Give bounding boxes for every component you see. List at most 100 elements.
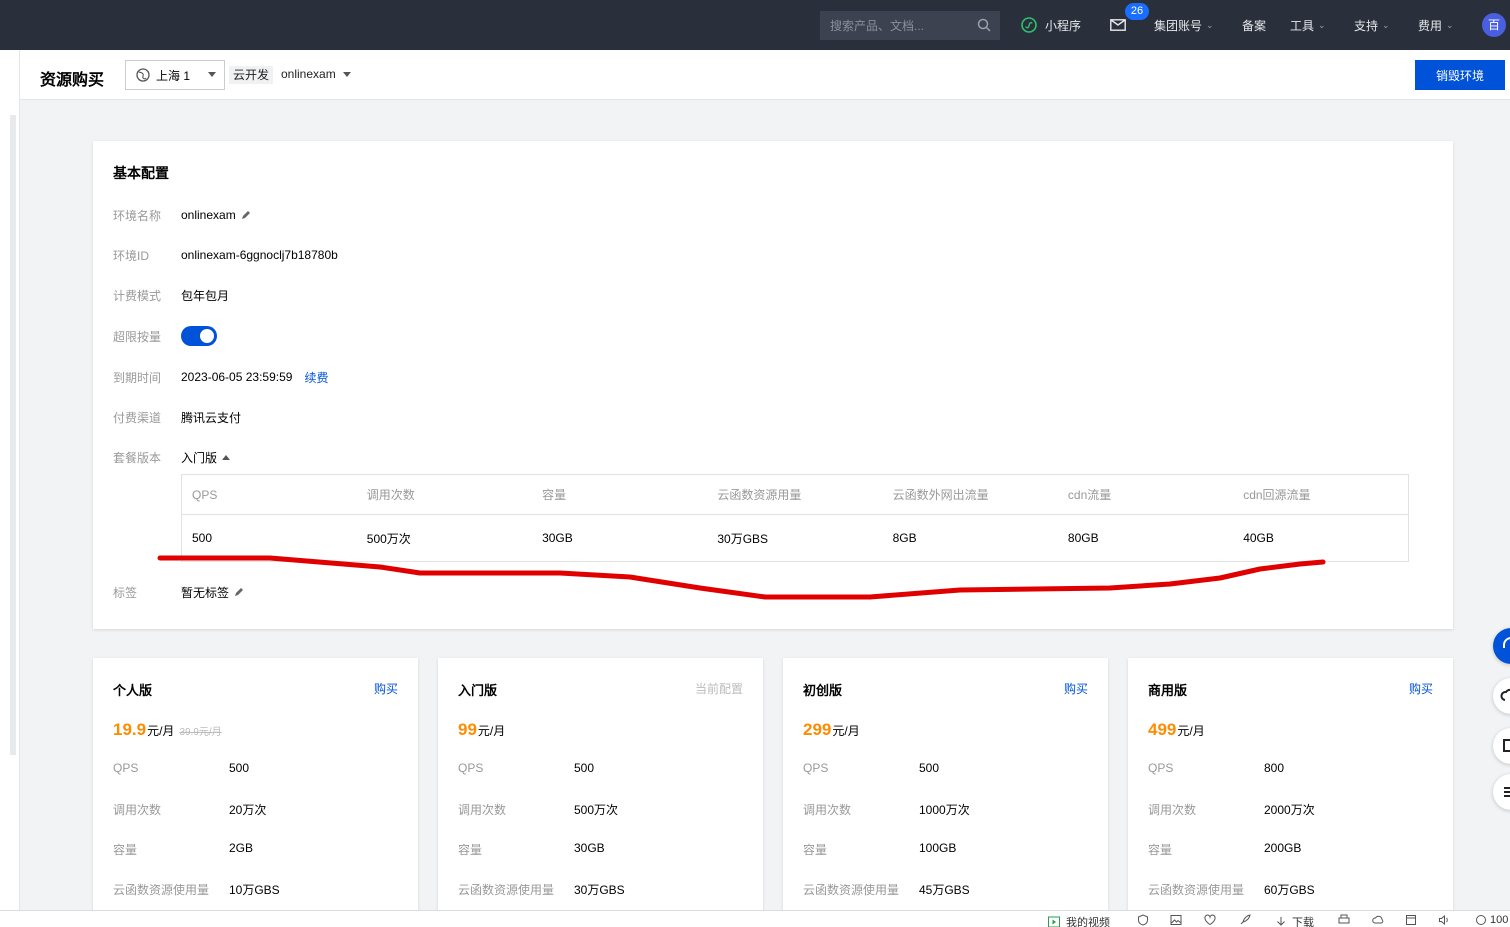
spec-value: 10万GBS: [229, 883, 280, 897]
page-title: 资源购买: [40, 72, 105, 89]
buy-button[interactable]: 购买: [374, 680, 398, 697]
search-icon[interactable]: [977, 18, 991, 32]
table-cell: 500万次: [366, 531, 411, 546]
caret-up-icon: [222, 454, 231, 460]
field-label: 环境ID: [113, 248, 150, 263]
plan-name: 个人版: [113, 683, 153, 698]
menu-icon: [1504, 787, 1510, 797]
download-button[interactable]: 下载: [1275, 914, 1314, 927]
spec-label: 调用次数: [113, 803, 162, 817]
buy-button[interactable]: 购买: [1064, 680, 1088, 697]
search-input[interactable]: [830, 18, 970, 33]
env-name-value: onlinexam: [181, 208, 236, 222]
spec-row: 容量 30GB: [458, 841, 605, 858]
plan-name: 商用版: [1148, 683, 1188, 698]
buy-button[interactable]: 购买: [1409, 680, 1433, 697]
feedback-button[interactable]: [1493, 678, 1510, 714]
spec-label: 调用次数: [458, 803, 507, 817]
field-label: 付费渠道: [113, 410, 162, 425]
price-unit: 元/月: [477, 724, 506, 738]
nav-group-account[interactable]: 集团账号 ⌄: [1154, 0, 1214, 50]
spec-value: 30万GBS: [574, 883, 625, 897]
table-cell: 30万GBS: [717, 531, 769, 546]
image-icon[interactable]: [1170, 914, 1182, 926]
row-tags: 标签 暂无标签: [113, 582, 245, 602]
spec-row: QPS 500: [458, 761, 594, 775]
overage-toggle[interactable]: [181, 326, 217, 346]
nav-mini-program[interactable]: 小程序: [1021, 0, 1081, 50]
billing-mode-value: 包年包月: [181, 288, 230, 303]
search-box[interactable]: [820, 11, 1000, 40]
mini-program-label: 小程序: [1045, 18, 1082, 33]
mail-icon: [1110, 19, 1126, 31]
table-cell: 8GB: [892, 531, 917, 545]
nav-billing[interactable]: 费用 ⌄: [1418, 0, 1454, 50]
row-env-id: 环境ID onlinexam-6ggnoclj7b18780b: [113, 245, 338, 265]
cloud-icon: [1500, 688, 1510, 701]
plan-name: 入门版: [458, 683, 498, 698]
edit-icon[interactable]: [233, 586, 245, 598]
rocket-icon[interactable]: [1239, 914, 1251, 926]
section-title: 基本配置: [113, 165, 169, 181]
avatar[interactable]: 百: [1482, 13, 1506, 37]
nav-support[interactable]: 支持 ⌄: [1354, 0, 1390, 50]
destroy-env-button[interactable]: 销毁环境: [1415, 60, 1505, 90]
original-price: 39.9元/月: [179, 727, 222, 738]
record-label: 备案: [1242, 18, 1267, 33]
price-unit: 元/月: [147, 724, 175, 738]
spec-value: 500万次: [574, 803, 619, 817]
heart-icon[interactable]: [1204, 914, 1216, 926]
package-toggle[interactable]: 入门版: [181, 449, 231, 466]
spec-value: 500: [919, 761, 940, 775]
more-button[interactable]: [1493, 774, 1510, 810]
cloud-sync-icon[interactable]: [1372, 914, 1384, 926]
mail-count-badge: 26: [1125, 3, 1149, 20]
env-select[interactable]: onlinexam: [281, 67, 351, 81]
plan-card-personal: 个人版 购买 19.9 元/月 39.9元/月 QPS 500 调用次数 20万次 …: [93, 658, 418, 918]
zoom-control[interactable]: 100: [1475, 914, 1508, 926]
price-value: 99: [458, 720, 477, 739]
basic-config-card: 基本配置 环境名称 onlinexam 环境ID onlinexam-6ggno…: [93, 141, 1453, 629]
row-package: 套餐版本 入门版: [113, 447, 231, 467]
volume-icon[interactable]: [1438, 914, 1450, 926]
field-label: 标签: [113, 585, 138, 600]
group-account-label: 集团账号: [1154, 18, 1203, 33]
zoom-level: 100: [1490, 914, 1509, 926]
renew-link[interactable]: 续费: [304, 369, 328, 386]
sidebar-scrollbar[interactable]: [10, 115, 16, 755]
download-icon: [1277, 917, 1285, 926]
region-value: 上海 1: [156, 68, 191, 83]
row-billing-mode: 计费模式 包年包月: [113, 285, 229, 305]
column-header: 云函数资源用量: [707, 474, 883, 515]
left-sidebar-strip: [0, 50, 20, 910]
spec-row: QPS 800: [1148, 761, 1284, 775]
nav-mail[interactable]: [1110, 0, 1126, 50]
spec-row: 调用次数 2000万次: [1148, 801, 1315, 818]
spec-label: 容量: [803, 843, 828, 857]
nav-record[interactable]: 备案: [1242, 0, 1266, 50]
edit-icon[interactable]: [240, 209, 252, 221]
price-unit: 元/月: [832, 724, 860, 738]
shield-icon[interactable]: [1137, 914, 1149, 926]
toggle-knob: [200, 329, 214, 343]
customer-service-button[interactable]: [1493, 628, 1510, 664]
spec-label: 云函数资源使用量: [113, 883, 210, 897]
spec-label: 调用次数: [1148, 803, 1197, 817]
my-video-button[interactable]: 我的视频: [1048, 914, 1110, 927]
window-icon[interactable]: [1405, 914, 1417, 926]
package-spec-table: QPS 调用次数 容量 云函数资源用量 云函数外网出流量 cdn流量 cdn回源…: [181, 474, 1409, 562]
table-cell: 500: [192, 531, 213, 545]
document-button[interactable]: [1493, 728, 1510, 764]
chevron-down-icon: ⌄: [1206, 19, 1214, 30]
spec-value: 30GB: [574, 841, 605, 855]
mini-program-icon: [1021, 17, 1037, 33]
globe-icon: [136, 68, 150, 82]
zoom-icon: [1476, 915, 1486, 925]
column-header: 容量: [532, 474, 708, 515]
env-select-value: onlinexam: [281, 67, 336, 81]
region-select[interactable]: 上海 1: [125, 60, 225, 90]
nav-tools[interactable]: 工具 ⌄: [1290, 0, 1326, 50]
printer-icon[interactable]: [1338, 914, 1350, 926]
spec-value: 20万次: [229, 803, 267, 817]
spec-value: 200GB: [1264, 841, 1302, 855]
